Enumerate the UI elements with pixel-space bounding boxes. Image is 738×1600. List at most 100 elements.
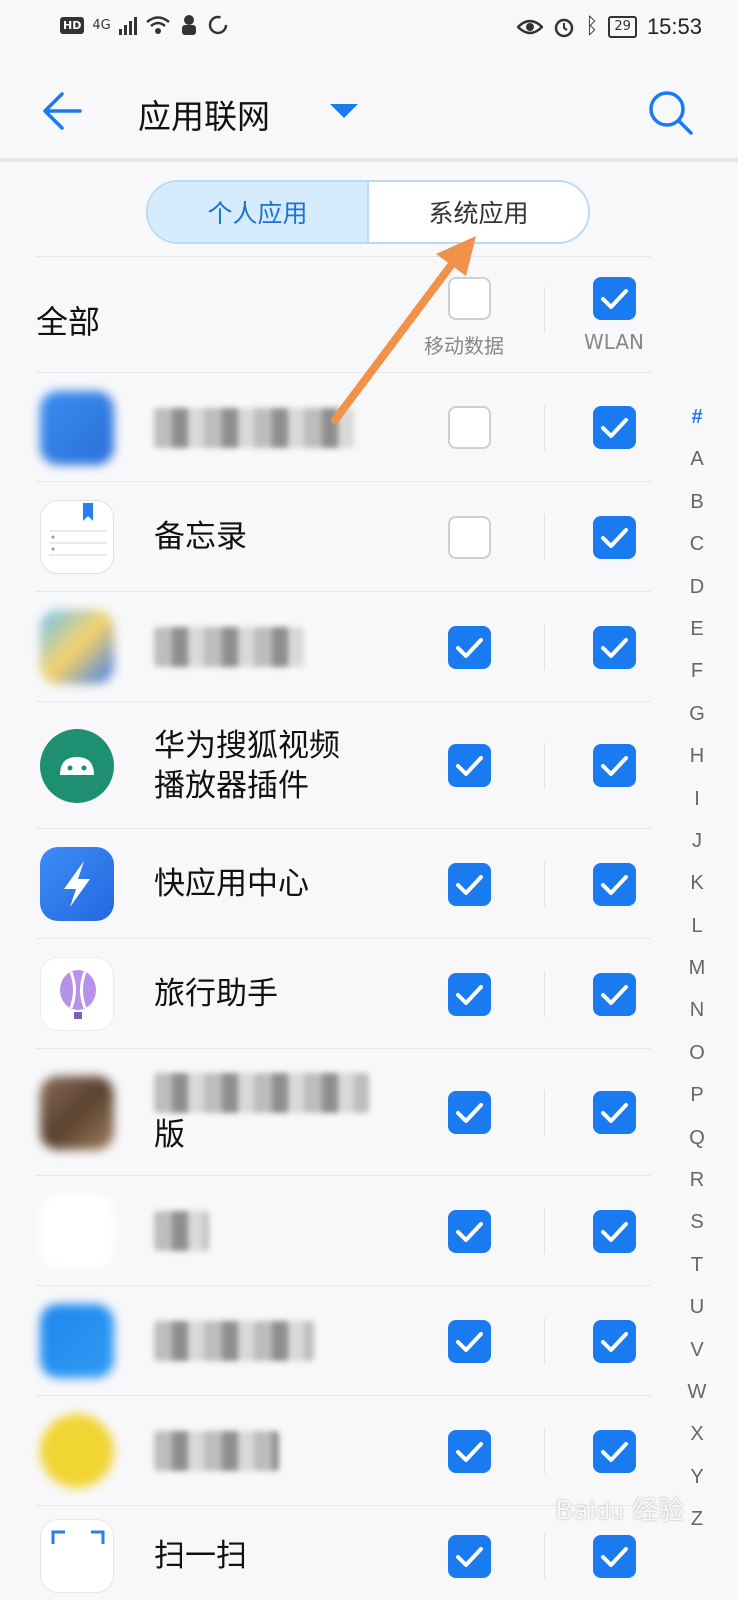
check-icon bbox=[601, 528, 628, 548]
title-dropdown-icon[interactable] bbox=[330, 104, 358, 118]
balloon-icon bbox=[40, 957, 114, 1031]
column-divider bbox=[544, 287, 545, 333]
redacted-app-name bbox=[154, 407, 354, 448]
app-row[interactable]: 版 bbox=[36, 1048, 651, 1175]
alphabet-index-letter[interactable]: W bbox=[682, 1381, 712, 1423]
alphabet-index-letter[interactable]: H bbox=[682, 745, 712, 787]
hd-badge: HD bbox=[60, 16, 85, 34]
redacted-app-name bbox=[154, 1321, 314, 1361]
alphabet-index-letter[interactable]: S bbox=[682, 1211, 712, 1253]
alphabet-index-letter[interactable]: R bbox=[682, 1169, 712, 1211]
alphabet-index-letter[interactable]: U bbox=[682, 1296, 712, 1338]
tab-personal-apps[interactable]: 个人应用 bbox=[148, 182, 369, 242]
alphabet-index-letter[interactable]: O bbox=[682, 1042, 712, 1084]
mobile-data-checkbox[interactable] bbox=[448, 973, 491, 1016]
wlan-checkbox[interactable] bbox=[593, 1210, 636, 1253]
alphabet-index-letter[interactable]: Y bbox=[682, 1466, 712, 1508]
app-row[interactable] bbox=[36, 1285, 651, 1395]
alphabet-index-letter[interactable]: K bbox=[682, 872, 712, 914]
column-divider bbox=[544, 971, 545, 1017]
wlan-checkbox[interactable] bbox=[593, 973, 636, 1016]
status-bar: HD 4G ᛒ 29 15:53 bbox=[0, 0, 738, 58]
mobile-data-checkbox[interactable] bbox=[448, 406, 491, 449]
alphabet-index-letter[interactable]: J bbox=[682, 830, 712, 872]
alphabet-index-letter[interactable]: T bbox=[682, 1254, 712, 1296]
check-icon bbox=[601, 418, 628, 438]
mobile-data-checkbox[interactable] bbox=[448, 863, 491, 906]
mobile-data-checkbox[interactable] bbox=[448, 1430, 491, 1473]
wlan-checkbox[interactable] bbox=[593, 516, 636, 559]
wifi-icon bbox=[145, 16, 170, 34]
alarm-icon bbox=[554, 18, 574, 38]
android-icon bbox=[40, 729, 114, 803]
alphabet-index-letter[interactable]: L bbox=[682, 915, 712, 957]
mobile-data-checkbox[interactable] bbox=[448, 516, 491, 559]
wlan-checkbox[interactable] bbox=[593, 1430, 636, 1473]
wlan-checkbox[interactable] bbox=[593, 406, 636, 449]
app-row[interactable]: 备忘录 bbox=[36, 481, 651, 591]
mobile-data-checkbox[interactable] bbox=[448, 1320, 491, 1363]
alphabet-index-letter[interactable]: A bbox=[682, 448, 712, 490]
app-row[interactable] bbox=[36, 372, 651, 481]
app-row[interactable]: 华为搜狐视频 播放器插件 bbox=[36, 701, 651, 828]
search-icon bbox=[649, 91, 693, 135]
mobile-data-checkbox[interactable] bbox=[448, 1535, 491, 1578]
qq-icon bbox=[40, 1194, 114, 1268]
app-name: 华为搜狐视频 播放器插件 bbox=[154, 727, 340, 804]
alphabet-index-letter[interactable]: D bbox=[682, 576, 712, 618]
column-divider bbox=[544, 1428, 545, 1474]
signal-icon bbox=[118, 15, 137, 35]
alphabet-index-letter[interactable]: V bbox=[682, 1339, 712, 1381]
alphabet-index-letter[interactable]: F bbox=[682, 660, 712, 702]
column-divider bbox=[544, 405, 545, 451]
alphabet-index-letter[interactable]: Z bbox=[682, 1508, 712, 1550]
alphabet-index-letter[interactable]: G bbox=[682, 703, 712, 745]
alphabet-index[interactable]: # A B C D E F G H I J K L M N O P Q R S T U V W X Y Z bbox=[682, 406, 712, 1551]
check-icon bbox=[456, 1332, 483, 1352]
back-button[interactable] bbox=[38, 86, 88, 136]
alphabet-index-letter[interactable]: B bbox=[682, 491, 712, 533]
alphabet-index-letter[interactable]: Q bbox=[682, 1127, 712, 1169]
eye-icon bbox=[517, 19, 544, 35]
wlan-checkbox[interactable] bbox=[593, 1320, 636, 1363]
column-divider bbox=[544, 1090, 545, 1136]
alphabet-index-letter[interactable]: N bbox=[682, 999, 712, 1041]
bluetooth-icon: ᛒ bbox=[585, 14, 599, 39]
wlan-checkbox[interactable] bbox=[593, 1091, 636, 1134]
check-icon bbox=[601, 1547, 628, 1567]
alphabet-index-letter[interactable]: X bbox=[682, 1423, 712, 1465]
wlan-checkbox[interactable] bbox=[593, 626, 636, 669]
app-row[interactable]: 快应用中心 bbox=[36, 828, 651, 938]
alphabet-index-letter[interactable]: P bbox=[682, 1084, 712, 1126]
app-row[interactable]: 旅行助手 bbox=[36, 938, 651, 1048]
game-app-icon bbox=[40, 1076, 114, 1150]
app-name: 扫一扫 bbox=[154, 1538, 247, 1574]
wlan-checkbox[interactable] bbox=[593, 1535, 636, 1578]
check-icon bbox=[456, 1222, 483, 1242]
alphabet-index-letter[interactable]: C bbox=[682, 533, 712, 575]
wlan-checkbox[interactable] bbox=[593, 744, 636, 787]
check-icon bbox=[601, 985, 628, 1005]
alphabet-index-letter[interactable]: I bbox=[682, 788, 712, 830]
search-button[interactable] bbox=[646, 88, 696, 138]
map-app-icon bbox=[40, 610, 114, 684]
app-row[interactable] bbox=[36, 1395, 651, 1505]
app-row[interactable] bbox=[36, 591, 651, 701]
all-mobile-data-checkbox[interactable] bbox=[448, 277, 491, 320]
wlan-checkbox[interactable] bbox=[593, 863, 636, 906]
all-wlan-checkbox[interactable] bbox=[593, 277, 636, 320]
alphabet-index-letter[interactable]: M bbox=[682, 957, 712, 999]
tab-system-apps[interactable]: 系统应用 bbox=[369, 182, 588, 242]
check-icon bbox=[456, 1547, 483, 1567]
mobile-data-checkbox[interactable] bbox=[448, 744, 491, 787]
mobile-data-checkbox[interactable] bbox=[448, 1210, 491, 1253]
alphabet-index-letter[interactable]: E bbox=[682, 618, 712, 660]
mobile-data-checkbox[interactable] bbox=[448, 626, 491, 669]
alphabet-index-letter[interactable]: # bbox=[682, 406, 712, 448]
app-row[interactable] bbox=[36, 1175, 651, 1285]
mobile-data-checkbox[interactable] bbox=[448, 1091, 491, 1134]
select-all-row: 全部 移动数据 WLAN bbox=[36, 256, 651, 372]
check-icon bbox=[601, 1332, 628, 1352]
check-icon bbox=[601, 756, 628, 776]
check-icon bbox=[456, 1442, 483, 1462]
